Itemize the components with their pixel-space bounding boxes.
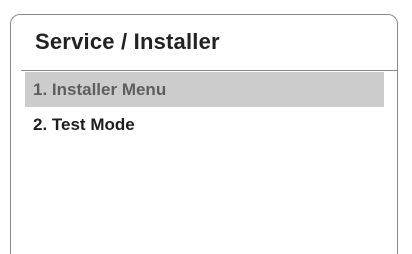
service-installer-panel: Service / Installer 1. Installer Menu 2.… [10, 14, 398, 254]
menu-item-installer-menu[interactable]: 1. Installer Menu [25, 72, 384, 107]
menu-list: 1. Installer Menu 2. Test Mode [25, 72, 384, 142]
menu-item-test-mode[interactable]: 2. Test Mode [25, 107, 384, 142]
title-divider [21, 70, 397, 71]
screen-title: Service / Installer [35, 29, 220, 54]
